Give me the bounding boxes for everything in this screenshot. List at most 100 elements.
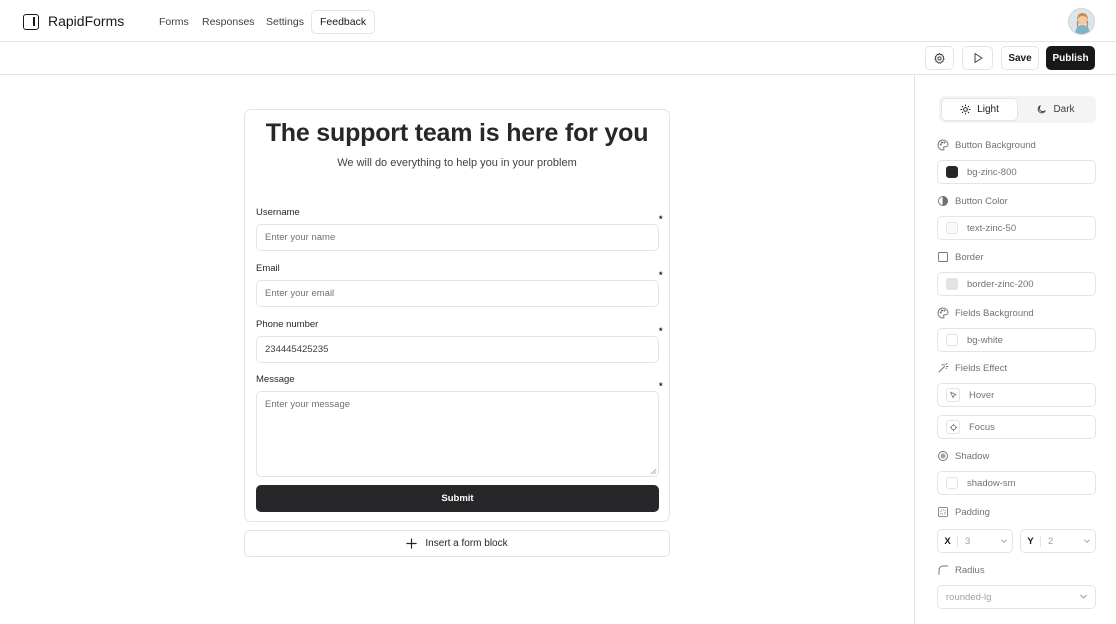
moon-icon (1038, 105, 1047, 114)
message-textarea[interactable]: Enter your message (256, 391, 659, 477)
resize-handle-icon[interactable] (650, 468, 657, 475)
shadow-value: shadow-sm (967, 477, 1016, 489)
radius-icon (938, 565, 948, 575)
radius-label: Radius (937, 564, 985, 576)
theme-toggle: Light Dark (939, 96, 1096, 123)
chevron-down-icon (1080, 594, 1087, 599)
shadow-swatch (946, 477, 958, 489)
nav-settings[interactable]: Settings (266, 16, 304, 28)
palette-icon (937, 139, 949, 151)
button-color-value: text-zinc-50 (967, 222, 1017, 234)
hover-effect-field[interactable]: Hover (937, 383, 1096, 407)
brand-name[interactable]: RapidForms (48, 13, 124, 29)
theme-light-label: Light (977, 104, 999, 115)
fields-background-label-text: Fields Background (955, 307, 1034, 319)
nav-responses[interactable]: Responses (202, 16, 255, 28)
email-input[interactable]: Enter your email (256, 280, 659, 307)
fields-background-value: bg-white (967, 334, 1003, 346)
insert-block-label: Insert a form block (425, 538, 508, 549)
fields-background-label: Fields Background (937, 307, 1034, 319)
message-placeholder: Enter your message (265, 399, 351, 410)
button-background-swatch (946, 166, 958, 178)
phone-label: Phone number (256, 319, 319, 330)
required-marker: * (659, 381, 663, 391)
padding-y-value: 2 (1048, 535, 1054, 547)
border-label: Border (937, 251, 984, 263)
square-icon (938, 252, 948, 262)
phone-input[interactable]: 234445425235 (256, 336, 659, 363)
logo-icon[interactable] (23, 14, 39, 30)
magic-wand-icon (938, 363, 949, 373)
form-subtitle[interactable]: We will do everything to help you in you… (245, 157, 669, 169)
message-label: Message (256, 374, 295, 385)
radius-label-text: Radius (955, 564, 985, 576)
palette-icon (937, 307, 949, 319)
required-marker: * (659, 214, 663, 224)
fields-effect-label: Fields Effect (937, 362, 1007, 374)
radius-select[interactable]: rounded-lg (937, 585, 1096, 609)
save-button[interactable]: Save (1001, 46, 1039, 70)
chevron-down-icon (996, 537, 1012, 545)
padding-y-select[interactable]: Y 2 (1020, 529, 1096, 553)
crosshair-icon (946, 420, 960, 434)
padding-x-value: 3 (965, 535, 971, 547)
border-field[interactable]: border-zinc-200 (937, 272, 1096, 296)
form-title[interactable]: The support team is here for you (245, 119, 669, 148)
required-marker: * (659, 326, 663, 336)
padding-x-select[interactable]: X 3 (937, 529, 1013, 553)
fields-effect-label-text: Fields Effect (955, 362, 1008, 374)
plus-icon (406, 538, 418, 549)
padding-y-axis: Y (1021, 535, 1041, 547)
sun-icon (960, 104, 971, 115)
focus-effect-value: Focus (969, 421, 995, 433)
insert-block-button[interactable]: Insert a form block (244, 530, 670, 557)
padding-icon (938, 507, 948, 517)
email-label: Email (256, 263, 280, 274)
shadow-icon (938, 451, 948, 461)
required-marker: * (659, 270, 663, 280)
button-color-label-text: Button Color (955, 195, 1008, 207)
chevron-down-icon (1079, 537, 1095, 545)
border-label-text: Border (955, 251, 984, 263)
border-swatch (946, 278, 958, 290)
shadow-field[interactable]: shadow-sm (937, 471, 1096, 495)
button-background-value: bg-zinc-800 (967, 166, 1017, 178)
padding-x-axis: X (938, 535, 958, 547)
avatar[interactable] (1068, 8, 1095, 35)
publish-button[interactable]: Publish (1046, 46, 1095, 70)
button-color-swatch (946, 222, 958, 234)
shadow-label-text: Shadow (955, 450, 990, 462)
button-background-label: Button Background (937, 139, 1036, 151)
preview-button[interactable] (962, 46, 993, 70)
hover-effect-value: Hover (969, 389, 995, 401)
top-navigation: RapidForms Forms Responses Settings Feed… (0, 0, 1116, 42)
style-panel: Light Dark Button Background bg-zinc-800… (914, 75, 1116, 624)
theme-light-option[interactable]: Light (941, 98, 1018, 121)
shadow-label: Shadow (937, 450, 989, 462)
button-color-label: Button Color (937, 195, 1008, 207)
settings-button[interactable] (925, 46, 954, 70)
fields-background-swatch (946, 334, 958, 346)
nav-forms[interactable]: Forms (159, 16, 189, 28)
radius-value: rounded-lg (946, 591, 992, 603)
border-value: border-zinc-200 (967, 278, 1034, 290)
cursor-icon (946, 388, 960, 402)
focus-effect-field[interactable]: Focus (937, 415, 1096, 439)
play-icon (974, 53, 982, 63)
feedback-button[interactable]: Feedback (311, 10, 376, 34)
contrast-icon (938, 196, 948, 206)
padding-label-text: Padding (955, 506, 990, 518)
form-card: The support team is here for you We will… (244, 109, 670, 522)
button-background-field[interactable]: bg-zinc-800 (937, 160, 1096, 184)
username-input[interactable]: Enter your name (256, 224, 659, 251)
submit-button[interactable]: Submit (256, 485, 659, 512)
button-color-field[interactable]: text-zinc-50 (937, 216, 1096, 240)
button-background-label-text: Button Background (955, 139, 1036, 151)
gear-icon (934, 52, 945, 64)
theme-dark-label: Dark (1053, 104, 1075, 115)
username-label: Username (256, 207, 300, 218)
padding-label: Padding (937, 506, 990, 518)
editor-toolbar: Save Publish (0, 42, 1116, 75)
theme-dark-option[interactable]: Dark (1017, 98, 1094, 121)
fields-background-field[interactable]: bg-white (937, 328, 1096, 352)
